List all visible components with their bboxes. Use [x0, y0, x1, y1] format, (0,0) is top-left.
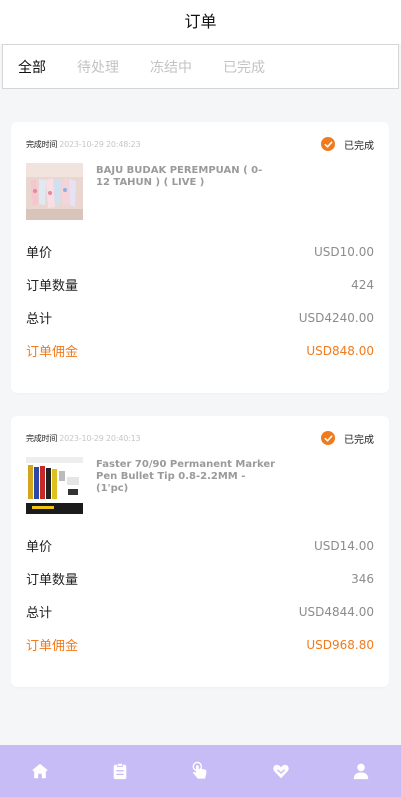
total-label: 总计 [26, 312, 53, 327]
check-circle-icon [321, 431, 335, 445]
product-name: BAJU BUDAK PEREMPUAN ( 0-12 TAHUN ) ( LI… [96, 165, 263, 188]
order-card[interactable]: 完成时间 2023-10-29 20:48:23 已完成 BAJU BUDAK … [11, 122, 389, 393]
product-info: BAJU BUDAK PEREMPUAN ( 0-12 TAHUN ) ( LI… [26, 163, 374, 220]
user-icon[interactable] [341, 751, 381, 791]
page-title: 订单 [184, 12, 217, 31]
unit-price-label: 单价 [26, 540, 53, 555]
status-text: 已完成 [344, 140, 374, 152]
order-card-header: 完成时间 2023-10-29 20:48:23 已完成 [26, 136, 374, 152]
tab-pending[interactable]: 待处理 [77, 57, 119, 77]
quantity-label: 订单数量 [26, 279, 79, 294]
quantity-label: 订单数量 [26, 573, 79, 588]
heart-icon[interactable] [261, 751, 301, 791]
commission-row: 订单佣金 USD968.80 [26, 628, 374, 661]
quantity-value: 424 [351, 277, 374, 292]
tab-frozen[interactable]: 冻结中 [150, 57, 192, 77]
order-details: 单价 USD10.00 订单数量 424 总计 USD4240.00 订单佣金 … [26, 235, 374, 367]
commission-value: USD968.80 [306, 637, 374, 652]
unit-price-row: 单价 USD10.00 [26, 235, 374, 268]
status-badge: 已完成 [321, 137, 374, 152]
total-value: USD4844.00 [298, 604, 374, 619]
unit-price-label: 单价 [26, 246, 53, 261]
completion-time-value: 2023-10-29 20:40:13 [59, 433, 141, 443]
tab-all[interactable]: 全部 [18, 57, 46, 77]
home-icon[interactable] [20, 751, 60, 791]
product-image [26, 163, 83, 220]
unit-price-value: USD14.00 [314, 538, 374, 553]
quantity-value: 346 [351, 571, 374, 586]
total-row: 总计 USD4844.00 [26, 595, 374, 628]
total-label: 总计 [26, 606, 53, 621]
check-circle-icon [321, 137, 335, 151]
product-name: Faster 70/90 Permanent Marker Pen Bullet… [96, 459, 276, 494]
status-badge: 已完成 [321, 431, 374, 446]
page-header: 订单 [0, 0, 401, 44]
order-details: 单价 USD14.00 订单数量 346 总计 USD4844.00 订单佣金 … [26, 529, 374, 661]
total-row: 总计 USD4240.00 [26, 301, 374, 334]
tap-hand-icon[interactable] [180, 751, 220, 791]
completion-time-label: 完成时间 [26, 433, 58, 443]
commission-value: USD848.00 [306, 343, 374, 358]
completion-time-value: 2023-10-29 20:48:23 [59, 139, 141, 149]
clipboard-icon[interactable] [100, 751, 140, 791]
total-value: USD4240.00 [298, 310, 374, 325]
completion-time: 完成时间 2023-10-29 20:40:13 [26, 433, 141, 444]
order-status-tabs: 全部 待处理 冻结中 已完成 [2, 44, 399, 89]
completion-time: 完成时间 2023-10-29 20:48:23 [26, 139, 141, 150]
order-card[interactable]: 完成时间 2023-10-29 20:40:13 已完成 Faster 70/9… [11, 416, 389, 687]
unit-price-value: USD10.00 [314, 244, 374, 259]
order-card-header: 完成时间 2023-10-29 20:40:13 已完成 [26, 430, 374, 446]
commission-label: 订单佣金 [26, 639, 79, 654]
commission-label: 订单佣金 [26, 345, 79, 360]
order-list: 完成时间 2023-10-29 20:48:23 已完成 BAJU BUDAK … [0, 89, 401, 687]
completion-time-label: 完成时间 [26, 139, 58, 149]
product-image [26, 457, 83, 514]
tab-completed[interactable]: 已完成 [223, 57, 265, 77]
unit-price-row: 单价 USD14.00 [26, 529, 374, 562]
product-info: Faster 70/90 Permanent Marker Pen Bullet… [26, 457, 374, 514]
quantity-row: 订单数量 346 [26, 562, 374, 595]
bottom-navbar [0, 745, 401, 797]
status-text: 已完成 [344, 434, 374, 446]
quantity-row: 订单数量 424 [26, 268, 374, 301]
commission-row: 订单佣金 USD848.00 [26, 334, 374, 367]
